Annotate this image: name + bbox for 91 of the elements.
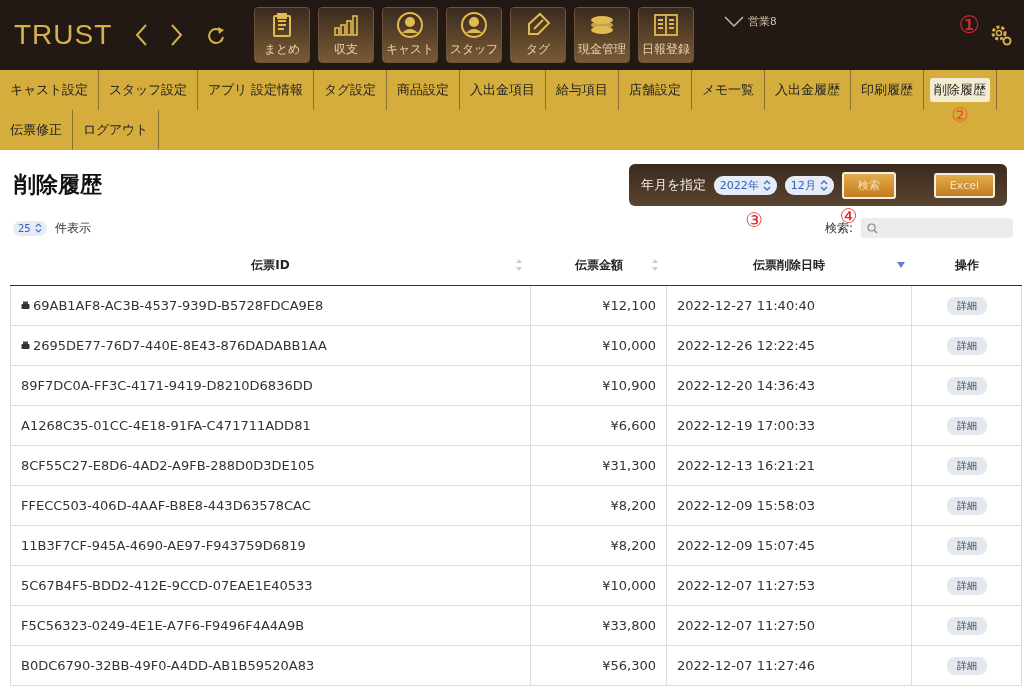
detail-button[interactable]: 詳細: [946, 456, 987, 475]
toolbar-button[interactable]: タグ: [510, 7, 567, 63]
table-cell: ¥10,000: [602, 338, 656, 353]
chevron-down-icon: [724, 15, 745, 28]
table-cell: 2022-12-26 12:22:45: [677, 338, 816, 353]
table-cell: 8CF55C27-E8D6-4AD2-A9FB-288D0D3DE105: [21, 458, 315, 473]
table-cell: 2022-12-09 15:58:03: [677, 498, 816, 513]
stepper-icon: [34, 223, 42, 233]
table-cell: ¥6,600: [610, 418, 656, 433]
person-icon: [397, 12, 424, 38]
detail-button[interactable]: 詳細: [946, 336, 987, 355]
nav-tab[interactable]: 商品設定: [393, 78, 454, 102]
page-size-select[interactable]: 25: [13, 220, 47, 236]
stepper-icon: [762, 179, 771, 191]
table-cell: B0DC6790-32BB-49F0-A4DD-AB1B59520A83: [21, 658, 315, 673]
logo: TRUST: [14, 19, 113, 51]
page-title: 削除履歴: [14, 171, 102, 199]
column-header[interactable]: 伝票金額: [530, 245, 667, 286]
toolbar-button[interactable]: キャスト: [382, 7, 439, 63]
bar-chart-icon: [333, 12, 360, 38]
detail-button[interactable]: 詳細: [946, 576, 987, 595]
store-dropdown[interactable]: 営業8: [724, 14, 777, 29]
toolbar-button[interactable]: 日報登録: [638, 7, 695, 63]
person-icon: [461, 12, 488, 38]
nav-tab[interactable]: メモ一覧: [698, 78, 759, 102]
toolbar-button[interactable]: まとめ: [254, 7, 311, 63]
month-select[interactable]: 12月: [784, 175, 834, 195]
nav-tab[interactable]: 伝票修正: [6, 118, 66, 142]
toolbar-button[interactable]: スタッフ: [446, 7, 503, 63]
detail-button[interactable]: 詳細: [946, 416, 987, 435]
table-cell: 2022-12-07 11:27:53: [677, 578, 816, 593]
table-cell: ¥8,200: [610, 538, 656, 553]
column-header[interactable]: 伝票削除日時: [666, 245, 912, 286]
filter-label: 年月を指定: [640, 176, 706, 194]
stepper-icon: [819, 179, 828, 191]
table-cell: ¥12,100: [602, 298, 656, 313]
nav-tab[interactable]: タグ設定: [320, 78, 381, 102]
table-cell: ¥31,300: [602, 458, 656, 473]
detail-button[interactable]: 詳細: [946, 536, 987, 555]
search-field[interactable]: [861, 218, 1013, 238]
table-cell: FFECC503-406D-4AAF-B8E8-443D63578CAC: [21, 498, 311, 513]
forward-icon[interactable]: [170, 23, 185, 47]
nav-tab[interactable]: 印刷履歴: [857, 78, 918, 102]
table-cell: 2022-12-13 16:21:21: [677, 458, 816, 473]
year-select[interactable]: 2022年: [713, 175, 777, 195]
table-cell: 69AB1AF8-AC3B-4537-939D-B5728FDCA9E8: [33, 298, 324, 313]
annotation-number: ①: [958, 13, 980, 37]
column-header[interactable]: 伝票ID: [10, 245, 531, 286]
detail-button[interactable]: 詳細: [946, 656, 987, 675]
search-icon: [867, 222, 878, 234]
table-cell: 2022-12-27 11:40:40: [677, 298, 816, 313]
book-icon: [653, 12, 680, 38]
table-cell: 2022-12-07 11:27:46: [677, 658, 816, 673]
toolbar-button[interactable]: 現金管理: [574, 7, 631, 63]
table-cell: ¥10,900: [602, 378, 656, 393]
table-cell: ¥33,800: [602, 618, 656, 633]
table-cell: ¥56,300: [602, 658, 656, 673]
settings-icon[interactable]: [990, 24, 1012, 46]
nav-tab[interactable]: アプリ 設定情報: [204, 78, 308, 102]
reload-icon[interactable]: [206, 24, 227, 46]
nav-tab[interactable]: 入出金項目: [466, 78, 540, 102]
detail-button[interactable]: 詳細: [946, 496, 987, 515]
table-cell: 89F7DC0A-FF3C-4171-9419-D8210D6836DD: [21, 378, 313, 393]
nav-tab[interactable]: 削除履歴: [930, 78, 991, 102]
table-cell: ¥8,200: [610, 498, 656, 513]
detail-button[interactable]: 詳細: [946, 376, 987, 395]
column-header: 操作: [911, 245, 1022, 286]
nav-tab[interactable]: ログアウト: [79, 118, 152, 142]
nav-tab[interactable]: 入出金履歴: [771, 78, 845, 102]
table-cell: 2022-12-19 17:00:33: [677, 418, 816, 433]
table-cell: 2022-12-09 15:07:45: [677, 538, 816, 553]
tag-icon: [525, 12, 552, 38]
table-cell: 2022-12-07 11:27:50: [677, 618, 816, 633]
annotation-number: ③: [745, 209, 764, 230]
nav-tab[interactable]: スタッフ設定: [105, 78, 191, 102]
table-cell: 11B3F7CF-945A-4690-AE97-F943759D6819: [21, 538, 306, 553]
annotation-number: ②: [951, 105, 970, 125]
table-cell: 2695DE77-76D7-440E-8E43-876DADABB1AA: [33, 338, 327, 353]
back-icon[interactable]: [134, 23, 149, 47]
nav-tab[interactable]: 給与項目: [552, 78, 613, 102]
table-cell: A1268C35-01CC-4E18-91FA-C471711ADD81: [21, 418, 311, 433]
detail-button[interactable]: 詳細: [946, 616, 987, 635]
toolbar-button[interactable]: 収支: [318, 7, 375, 63]
nav-tab[interactable]: キャスト設定: [6, 78, 92, 102]
nav-tab[interactable]: 店舗設定: [625, 78, 686, 102]
table-cell: F5C56323-0249-4E1E-A7F6-F9496F4A4A9B: [21, 618, 305, 633]
detail-button[interactable]: 詳細: [946, 296, 987, 315]
table-cell: 5C67B4F5-BDD2-412E-9CCD-07EAE1E40533: [21, 578, 313, 593]
table-cell: ¥10,000: [602, 578, 656, 593]
table-cell: 2022-12-20 14:36:43: [677, 378, 816, 393]
page-size-label: 件表示: [54, 219, 91, 237]
